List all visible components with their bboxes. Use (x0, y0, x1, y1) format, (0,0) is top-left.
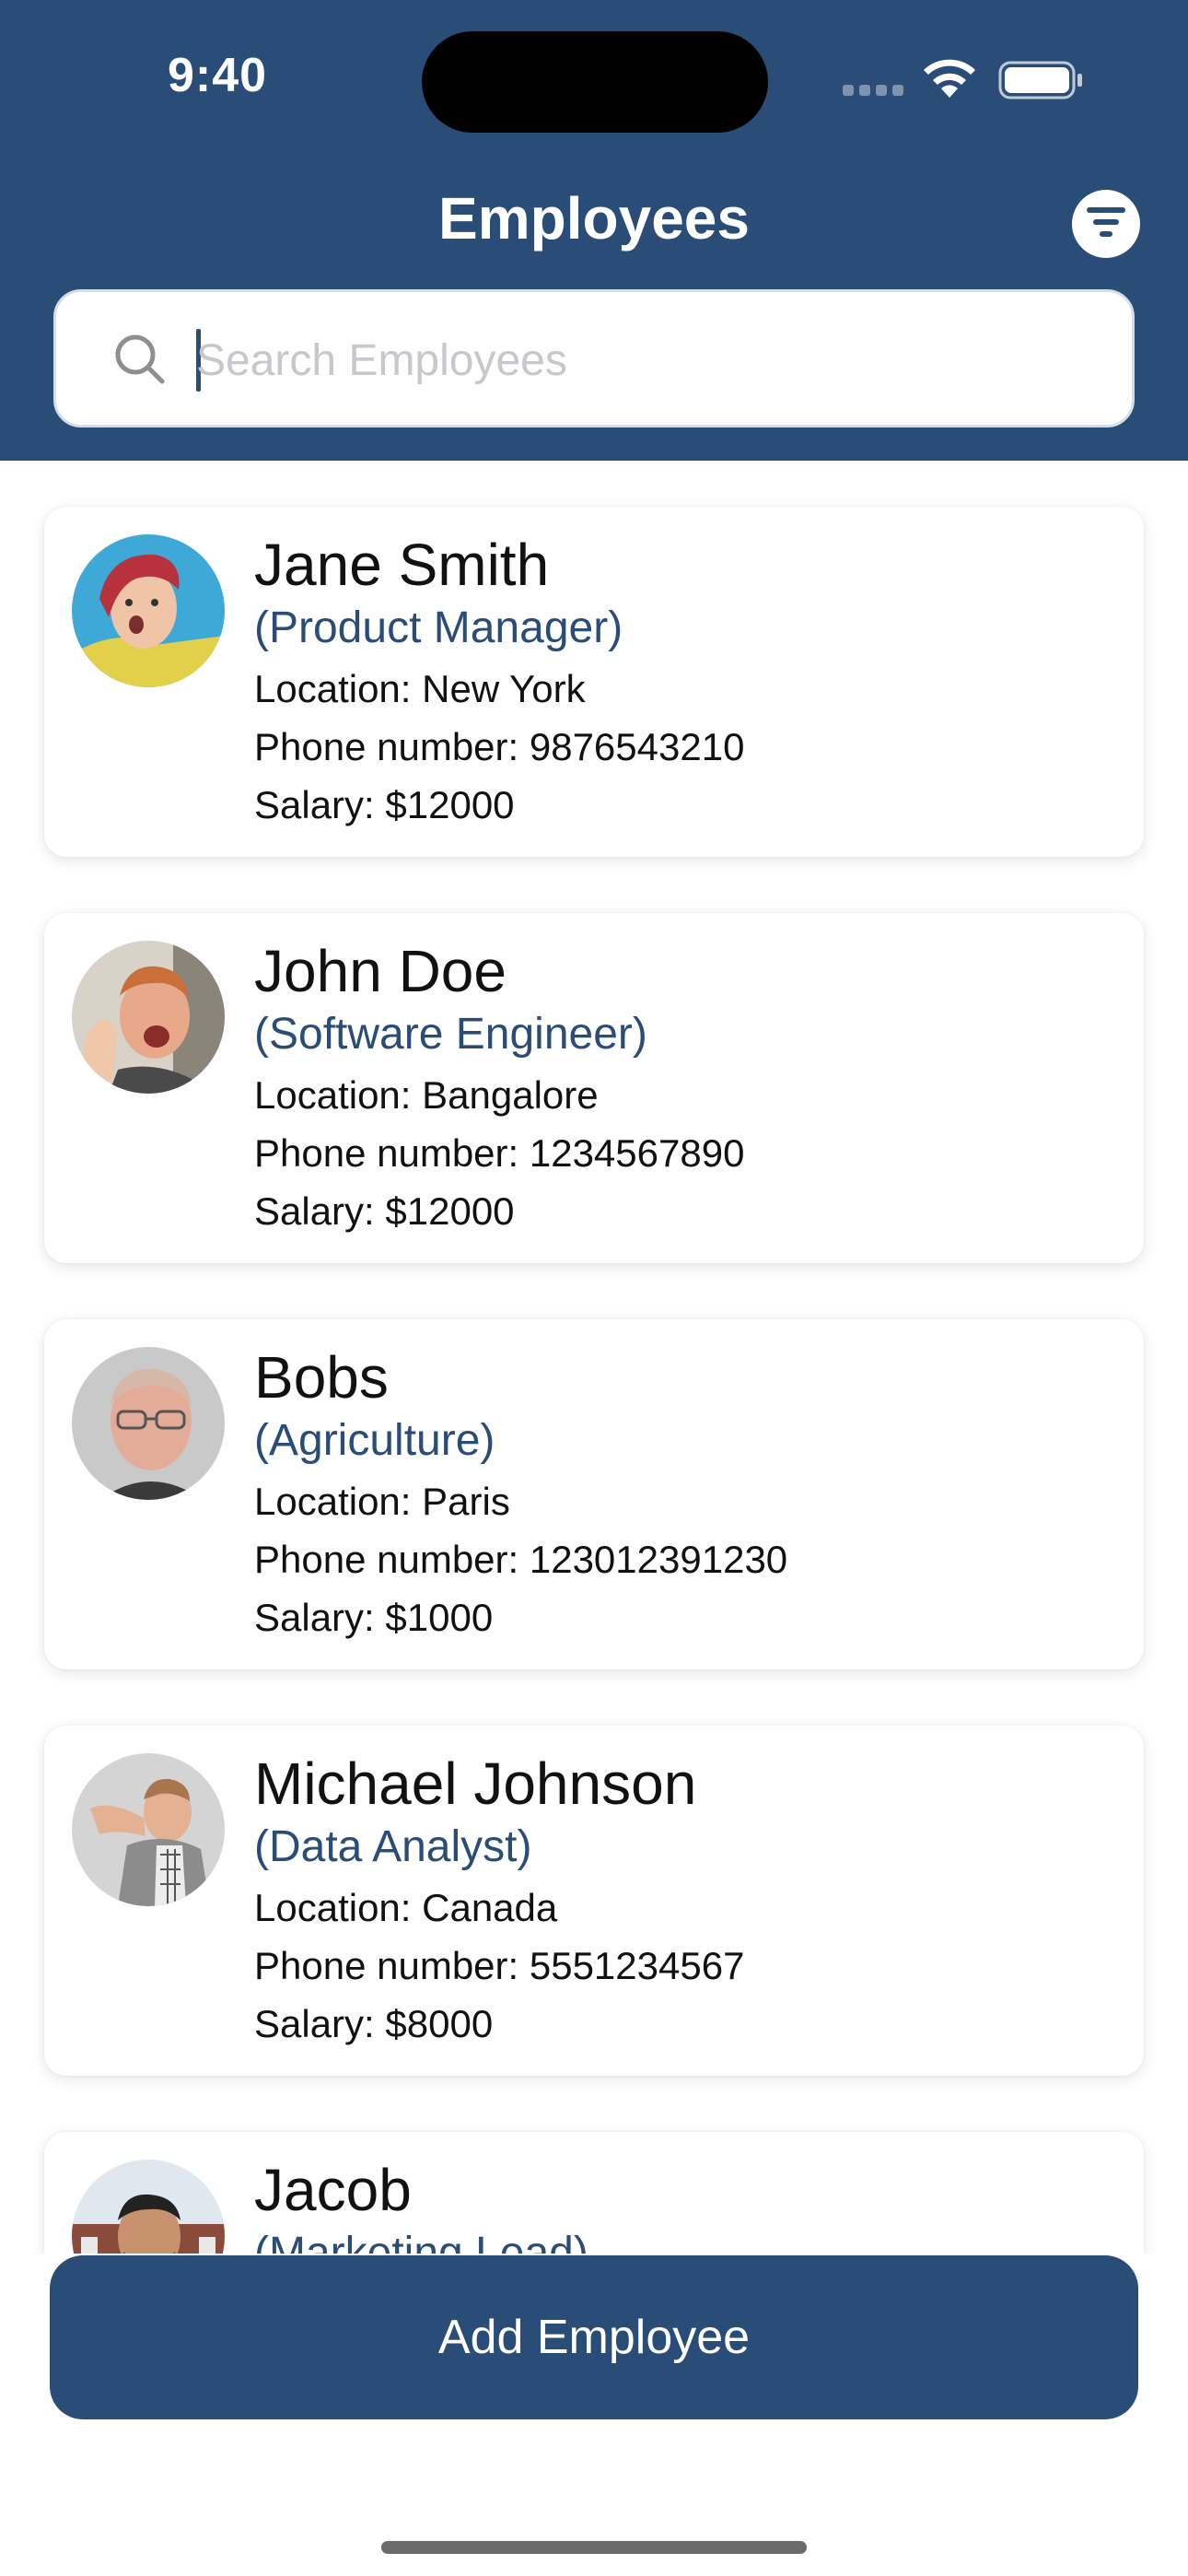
employee-card[interactable]: Jane Smith (Product Manager) Location: N… (44, 507, 1144, 857)
employee-name: Bobs (254, 1344, 389, 1411)
avatar (72, 941, 225, 1094)
employee-card[interactable]: Bobs (Agriculture) Location: Paris Phone… (44, 1319, 1144, 1669)
avatar (72, 1347, 225, 1500)
home-indicator (381, 2541, 807, 2554)
employee-salary: Salary: $12000 (254, 1189, 515, 1233)
filter-icon (1087, 207, 1125, 237)
employee-location: Location: New York (254, 667, 586, 710)
employee-role: (Product Manager) (254, 603, 623, 652)
search-bar[interactable] (53, 289, 1135, 427)
employee-phone: Phone number: 123012391230 (254, 1538, 788, 1581)
employee-location: Location: Bangalore (254, 1073, 599, 1117)
employee-card[interactable]: Michael Johnson (Data Analyst) Location:… (44, 1726, 1144, 2076)
avatar (72, 1753, 225, 1906)
employee-location: Location: Paris (254, 1480, 510, 1523)
employee-salary: Salary: $12000 (254, 783, 515, 826)
search-icon (115, 334, 165, 384)
avatar (72, 534, 225, 687)
employee-name: John Doe (254, 938, 507, 1004)
page-title: Employees (438, 185, 750, 252)
dynamic-island (422, 31, 768, 133)
wifi-icon (924, 59, 975, 98)
employee-location: Location: Canada (254, 1886, 558, 1929)
header: 9:40 Employees (0, 0, 1188, 461)
employee-card[interactable]: Jacob (Marketing Lead) (44, 2132, 1144, 2254)
employee-role: (Agriculture) (254, 1416, 495, 1465)
employee-phone: Phone number: 5551234567 (254, 1944, 745, 1987)
employee-list[interactable]: Jane Smith (Product Manager) Location: N… (0, 461, 1188, 2254)
employee-phone: Phone number: 9876543210 (254, 725, 745, 768)
employee-name: Michael Johnson (254, 1751, 697, 1817)
employee-name: Jane Smith (254, 532, 550, 598)
filter-button[interactable] (1072, 190, 1140, 258)
employee-card[interactable]: John Doe (Software Engineer) Location: B… (44, 913, 1144, 1263)
add-employee-button[interactable]: Add Employee (50, 2255, 1138, 2419)
employee-role: (Marketing Lead) (254, 2229, 588, 2254)
search-input[interactable] (196, 316, 1099, 404)
employee-role: (Software Engineer) (254, 1010, 647, 1059)
employee-salary: Salary: $1000 (254, 1596, 494, 1639)
employee-phone: Phone number: 1234567890 (254, 1131, 745, 1175)
employee-role: (Data Analyst) (254, 1822, 532, 1871)
battery-icon (998, 61, 1082, 100)
employee-name: Jacob (254, 2157, 412, 2223)
employee-salary: Salary: $8000 (254, 2002, 494, 2045)
status-time: 9:40 (168, 49, 268, 102)
avatar (72, 2160, 225, 2254)
